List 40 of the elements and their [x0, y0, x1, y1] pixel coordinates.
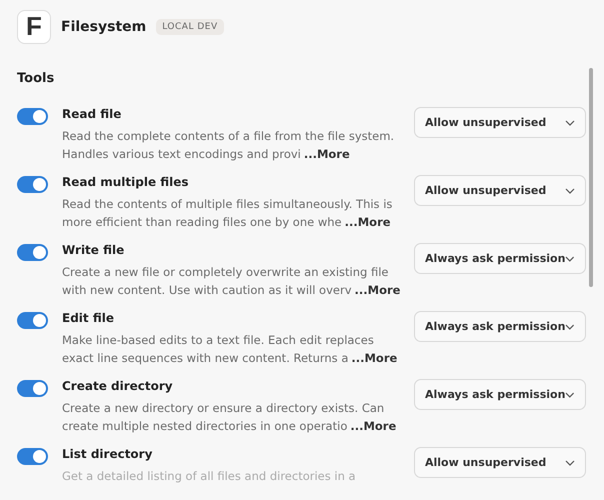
more-link[interactable]: ...More — [351, 351, 398, 365]
section-title: Tools — [17, 71, 56, 86]
app-title: Filesystem — [61, 18, 146, 34]
chevron-down-icon — [565, 392, 575, 398]
tool-name: Edit file — [62, 311, 115, 325]
chevron-down-icon — [565, 460, 575, 466]
tool-description: Make line-based edits to a text file. Each edit replaces exact line sequences with new content. Returns a ...More — [62, 332, 398, 367]
toggle-switch[interactable] — [17, 176, 48, 193]
chevron-down-icon — [565, 324, 575, 330]
permission-dropdown[interactable]: Always ask permission — [414, 311, 586, 342]
tool-name: Read multiple files — [62, 175, 190, 189]
tool-name: List directory — [62, 447, 154, 461]
permission-dropdown[interactable]: Allow unsupervised — [414, 107, 586, 138]
chevron-down-icon — [565, 256, 575, 262]
chevron-down-icon — [565, 188, 575, 194]
permission-dropdown[interactable]: Always ask permission — [414, 243, 586, 274]
more-link[interactable]: ...More — [350, 419, 396, 433]
more-link[interactable]: ...More — [354, 283, 400, 297]
chevron-down-icon — [565, 120, 575, 126]
tool-description: Read the complete contents of a file from the file system. Handles various text encodings and provi ...More — [62, 128, 396, 163]
tool-name: Read file — [62, 107, 122, 121]
toggle-switch[interactable] — [17, 108, 48, 125]
permission-dropdown[interactable]: Allow unsupervised — [414, 447, 586, 478]
tool-description: Read the contents of multiple files simultaneously. This is more efficient than reading files one by one whe ...More — [62, 196, 394, 231]
more-link[interactable]: ...More — [344, 215, 391, 229]
toggle-switch[interactable] — [17, 448, 48, 465]
toggle-switch[interactable] — [17, 380, 48, 397]
more-link[interactable]: ...More — [304, 147, 350, 161]
app-logo: F — [17, 10, 51, 44]
tool-name: Write file — [62, 243, 126, 257]
environment-badge: LOCAL DEV — [156, 18, 224, 34]
toggle-switch[interactable] — [17, 312, 48, 329]
toggle-switch[interactable] — [17, 244, 48, 261]
tool-description: Create a new file or completely overwrite an existing file with new content. Use with caution as it will overv ...More — [62, 264, 402, 299]
tool-description: Get a detailed listing of all files and directories in a — [62, 468, 357, 485]
permission-dropdown[interactable]: Allow unsupervised — [414, 175, 586, 206]
tool-name: Create directory — [62, 379, 174, 393]
tool-description: Create a new directory or ensure a directory exists. Can create multiple nested directories in one operatio ...More — [62, 400, 398, 435]
permission-dropdown[interactable]: Always ask permission — [414, 379, 586, 410]
scrollbar[interactable] — [589, 68, 593, 287]
